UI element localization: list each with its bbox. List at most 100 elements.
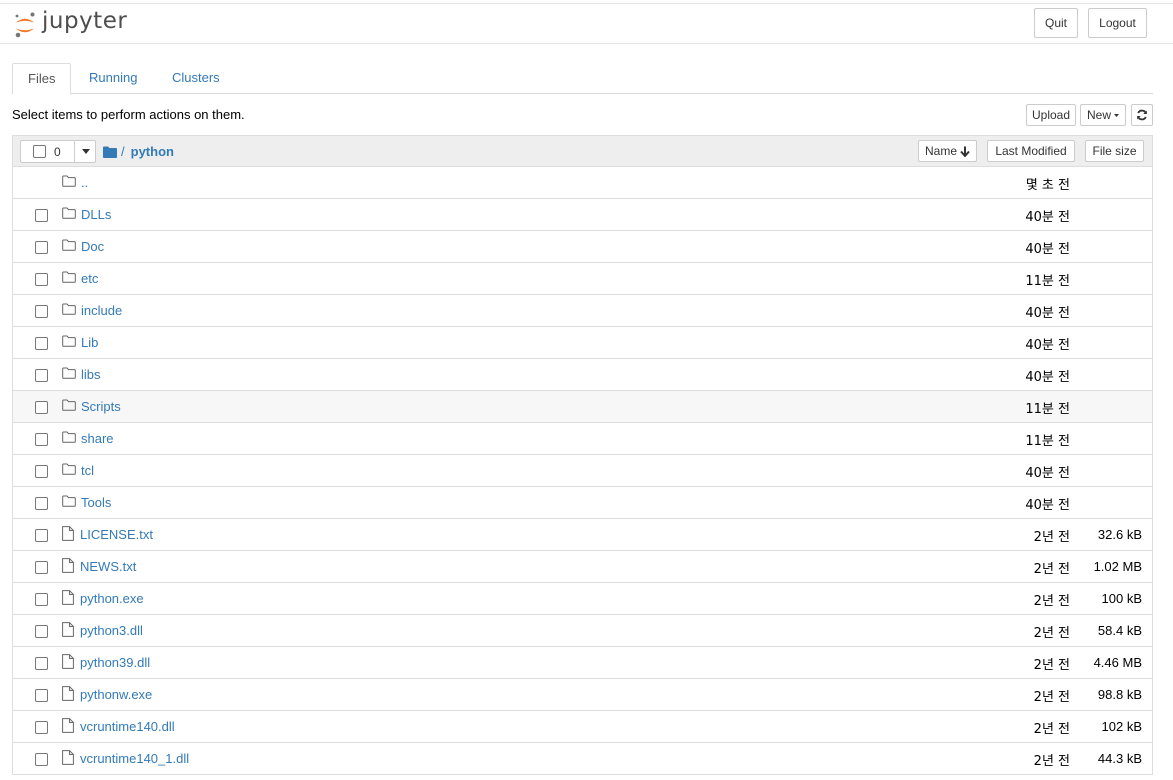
select-all-group[interactable]: 0 — [20, 140, 96, 163]
folder-row[interactable]: etc 11분 전 — [13, 263, 1152, 295]
folder-row[interactable]: share 11분 전 — [13, 423, 1152, 455]
item-name-link[interactable]: pythonw.exe — [80, 687, 152, 702]
refresh-button[interactable] — [1131, 104, 1153, 126]
item-name-link[interactable]: Doc — [81, 239, 104, 254]
home-folder-icon[interactable] — [103, 146, 117, 158]
folder-row[interactable]: Scripts 11분 전 — [13, 391, 1152, 423]
row-checkbox[interactable] — [35, 497, 48, 510]
row-checkbox[interactable] — [35, 593, 48, 606]
folder-row[interactable]: Lib 40분 전 — [13, 327, 1152, 359]
file-row[interactable]: vcruntime140.dll 2년 전 102 kB — [13, 711, 1152, 743]
row-checkbox[interactable] — [35, 561, 48, 574]
folder-row[interactable]: tcl 40분 전 — [13, 455, 1152, 487]
item-name-link[interactable]: .. — [81, 175, 88, 190]
header-bar: jupyter Quit Logout — [0, 4, 1173, 44]
breadcrumb: / python — [103, 144, 174, 159]
row-checkbox[interactable] — [35, 721, 48, 734]
item-name-link[interactable]: Tools — [81, 495, 111, 510]
row-checkbox[interactable] — [35, 433, 48, 446]
quit-button[interactable]: Quit — [1034, 8, 1078, 38]
item-name-link[interactable]: NEWS.txt — [80, 559, 136, 574]
new-label: New — [1087, 108, 1112, 122]
item-name-link[interactable]: python3.dll — [80, 623, 143, 638]
row-checkbox[interactable] — [35, 305, 48, 318]
item-name-link[interactable]: LICENSE.txt — [80, 527, 153, 542]
tab-running[interactable]: Running — [74, 63, 152, 94]
folder-row[interactable]: include 40분 전 — [13, 295, 1152, 327]
row-checkbox[interactable] — [35, 657, 48, 670]
file-row[interactable]: python.exe 2년 전 100 kB — [13, 583, 1152, 615]
item-file-size: 100 kB — [1101, 591, 1142, 606]
file-icon — [62, 526, 74, 544]
file-row[interactable]: python39.dll 2년 전 4.46 MB — [13, 647, 1152, 679]
file-list-header: 0 / python Name Last Modified File size — [13, 136, 1152, 167]
folder-row[interactable]: DLLs 40분 전 — [13, 199, 1152, 231]
item-name-link[interactable]: DLLs — [81, 207, 111, 222]
file-row[interactable]: pythonw.exe 2년 전 98.8 kB — [13, 679, 1152, 711]
upload-button[interactable]: Upload — [1026, 104, 1076, 126]
item-last-modified: 40분 전 — [1025, 338, 1070, 353]
folder-icon — [62, 303, 76, 318]
folder-icon — [62, 335, 76, 350]
row-checkbox[interactable] — [35, 625, 48, 638]
file-row[interactable]: LICENSE.txt 2년 전 32.6 kB — [13, 519, 1152, 551]
row-checkbox[interactable] — [35, 689, 48, 702]
file-icon — [62, 590, 74, 608]
item-last-modified: 40분 전 — [1025, 210, 1070, 225]
sort-size-button[interactable]: File size — [1085, 140, 1144, 162]
row-checkbox[interactable] — [35, 337, 48, 350]
selected-count: 0 — [54, 145, 61, 159]
refresh-icon — [1137, 109, 1147, 121]
item-name-link[interactable]: Scripts — [81, 399, 121, 414]
breadcrumb-current-dir[interactable]: python — [131, 144, 174, 159]
file-row[interactable]: python3.dll 2년 전 58.4 kB — [13, 615, 1152, 647]
item-name-link[interactable]: tcl — [81, 463, 94, 478]
tab-clusters[interactable]: Clusters — [157, 63, 235, 94]
item-name-link[interactable]: python.exe — [80, 591, 144, 606]
folder-row[interactable]: Doc 40분 전 — [13, 231, 1152, 263]
item-last-modified: 몇 초 전 — [1025, 178, 1070, 193]
folder-row[interactable]: libs 40분 전 — [13, 359, 1152, 391]
item-last-modified: 40분 전 — [1025, 242, 1070, 257]
new-dropdown-button[interactable]: New — [1080, 104, 1126, 126]
item-name-link[interactable]: etc — [81, 271, 98, 286]
row-checkbox[interactable] — [35, 369, 48, 382]
item-last-modified: 2년 전 — [1033, 594, 1070, 609]
file-row[interactable]: NEWS.txt 2년 전 1.02 MB — [13, 551, 1152, 583]
row-checkbox[interactable] — [35, 465, 48, 478]
folder-row[interactable]: Tools 40분 전 — [13, 487, 1152, 519]
sort-name-button[interactable]: Name — [918, 140, 977, 162]
row-checkbox[interactable] — [35, 273, 48, 286]
select-all-checkbox[interactable] — [33, 145, 46, 158]
row-checkbox[interactable] — [35, 209, 48, 222]
item-name-link[interactable]: libs — [81, 367, 101, 382]
item-name-link[interactable]: Lib — [81, 335, 98, 350]
item-file-size: 4.46 MB — [1093, 655, 1142, 670]
sort-modified-button[interactable]: Last Modified — [987, 140, 1075, 162]
row-checkbox[interactable] — [35, 241, 48, 254]
item-last-modified: 2년 전 — [1033, 562, 1070, 577]
folder-icon — [62, 175, 76, 190]
file-row[interactable]: vcruntime140_1.dll 2년 전 44.3 kB — [13, 743, 1152, 775]
folder-icon — [62, 431, 76, 446]
item-last-modified: 2년 전 — [1033, 530, 1070, 545]
item-name-link[interactable]: python39.dll — [80, 655, 150, 670]
folder-row[interactable]: .. 몇 초 전 — [13, 167, 1152, 199]
caret-down-icon — [81, 149, 90, 154]
file-icon — [62, 558, 74, 576]
row-checkbox[interactable] — [35, 401, 48, 414]
item-name-link[interactable]: vcruntime140.dll — [80, 719, 175, 734]
logout-button[interactable]: Logout — [1088, 8, 1147, 38]
row-checkbox[interactable] — [35, 753, 48, 766]
item-last-modified: 2년 전 — [1033, 658, 1070, 673]
tab-files[interactable]: Files — [12, 63, 72, 95]
item-name-link[interactable]: share — [81, 431, 114, 446]
jupyter-logo[interactable]: jupyter — [14, 8, 127, 41]
item-last-modified: 2년 전 — [1033, 690, 1070, 705]
item-name-link[interactable]: vcruntime140_1.dll — [80, 751, 189, 766]
select-menu-toggle[interactable] — [74, 141, 96, 162]
file-icon — [62, 686, 74, 704]
item-name-link[interactable]: include — [81, 303, 122, 318]
item-file-size: 1.02 MB — [1093, 559, 1142, 574]
row-checkbox[interactable] — [35, 529, 48, 542]
